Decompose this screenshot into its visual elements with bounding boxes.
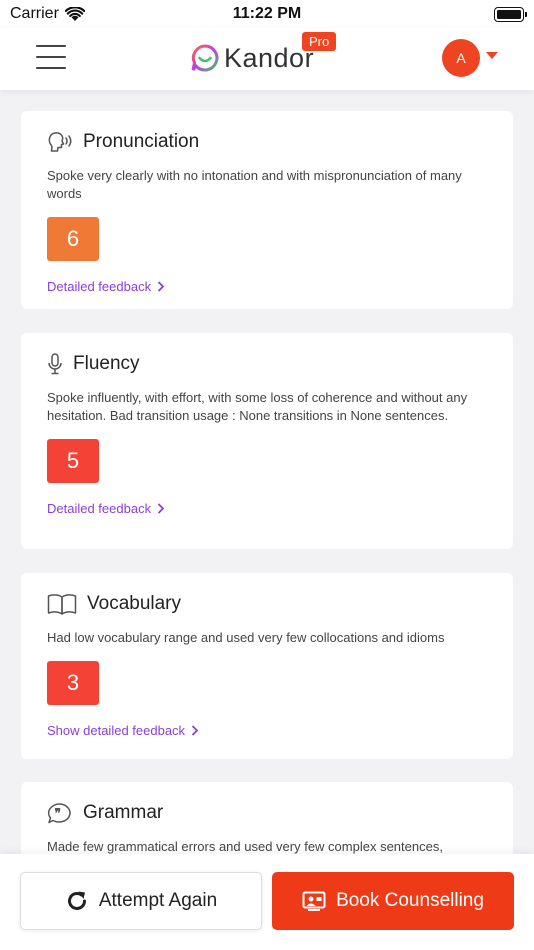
hamburger-menu-icon[interactable]: [36, 45, 66, 71]
status-left: Carrier: [10, 5, 85, 23]
feedback-link-label: Show detailed feedback: [47, 723, 186, 738]
score-badge: 5: [47, 439, 99, 483]
kandor-logo: Kandor Pro: [190, 32, 337, 76]
card-description: Had low vocabulary range and used very f…: [47, 630, 445, 645]
card-title-row: Fluency: [47, 351, 487, 377]
card-vocabulary: Vocabulary Had low vocabulary range and …: [21, 573, 513, 759]
score-badge: 3: [47, 661, 99, 705]
chevron-right-icon: [157, 503, 165, 514]
chat-bubble-logo-icon: [191, 44, 219, 72]
card-pronunciation: Pronunciation Spoke very clearly with no…: [21, 111, 513, 309]
app-header: Kandor Pro A: [0, 28, 534, 90]
card-title: Fluency: [73, 353, 140, 374]
attempt-again-button[interactable]: Attempt Again: [20, 872, 262, 930]
feedback-link-label: Detailed feedback: [47, 501, 152, 516]
wifi-icon: [64, 6, 85, 21]
chevron-right-icon: [157, 281, 165, 292]
feedback-link-label: Detailed feedback: [47, 279, 152, 294]
attempt-again-label: Attempt Again: [98, 890, 218, 911]
caret-down-icon[interactable]: [486, 52, 498, 59]
logo-text: Kandor: [224, 42, 315, 73]
card-title-row: Pronunciation: [47, 129, 487, 155]
svg-text:❞: ❞: [55, 806, 61, 820]
speaking-head-icon: [48, 132, 72, 152]
detailed-feedback-link[interactable]: Detailed feedback: [47, 501, 165, 516]
carrier-label: Carrier: [10, 5, 59, 22]
card-title: Vocabulary: [87, 593, 182, 614]
card-fluency: Fluency Spoke influently, with effort, w…: [21, 333, 513, 549]
card-title-row: Vocabulary: [47, 591, 487, 617]
pro-badge: Pro: [302, 32, 337, 51]
status-bar: Carrier 11:22 PM: [0, 0, 534, 28]
card-title-row: ❞ Grammar: [47, 800, 487, 826]
battery-icon: [494, 6, 527, 22]
card-title: Grammar: [83, 802, 164, 823]
screen: Carrier 11:22 PM Kandor Pro A Pronunciat…: [0, 0, 534, 950]
book-counselling-button[interactable]: Book Counselling: [272, 872, 514, 930]
book-counselling-label: Book Counselling: [336, 890, 484, 911]
card-title: Pronunciation: [83, 131, 200, 152]
refresh-icon: [67, 891, 86, 910]
microphone-icon: [48, 353, 62, 375]
book-icon: [47, 594, 77, 615]
quote-bubble-icon: ❞: [47, 803, 71, 824]
chevron-right-icon: [191, 725, 199, 736]
bottom-action-bar: Attempt Again Book Counselling: [0, 854, 534, 950]
card-description: Spoke very clearly with no intonation an…: [47, 168, 462, 201]
avatar[interactable]: A: [442, 39, 480, 77]
detailed-feedback-link[interactable]: Detailed feedback: [47, 279, 165, 294]
card-description: Spoke influently, with effort, with some…: [47, 390, 468, 423]
video-presentation-icon: [302, 891, 326, 911]
show-detailed-feedback-link[interactable]: Show detailed feedback: [47, 723, 199, 738]
score-badge: 6: [47, 217, 99, 261]
